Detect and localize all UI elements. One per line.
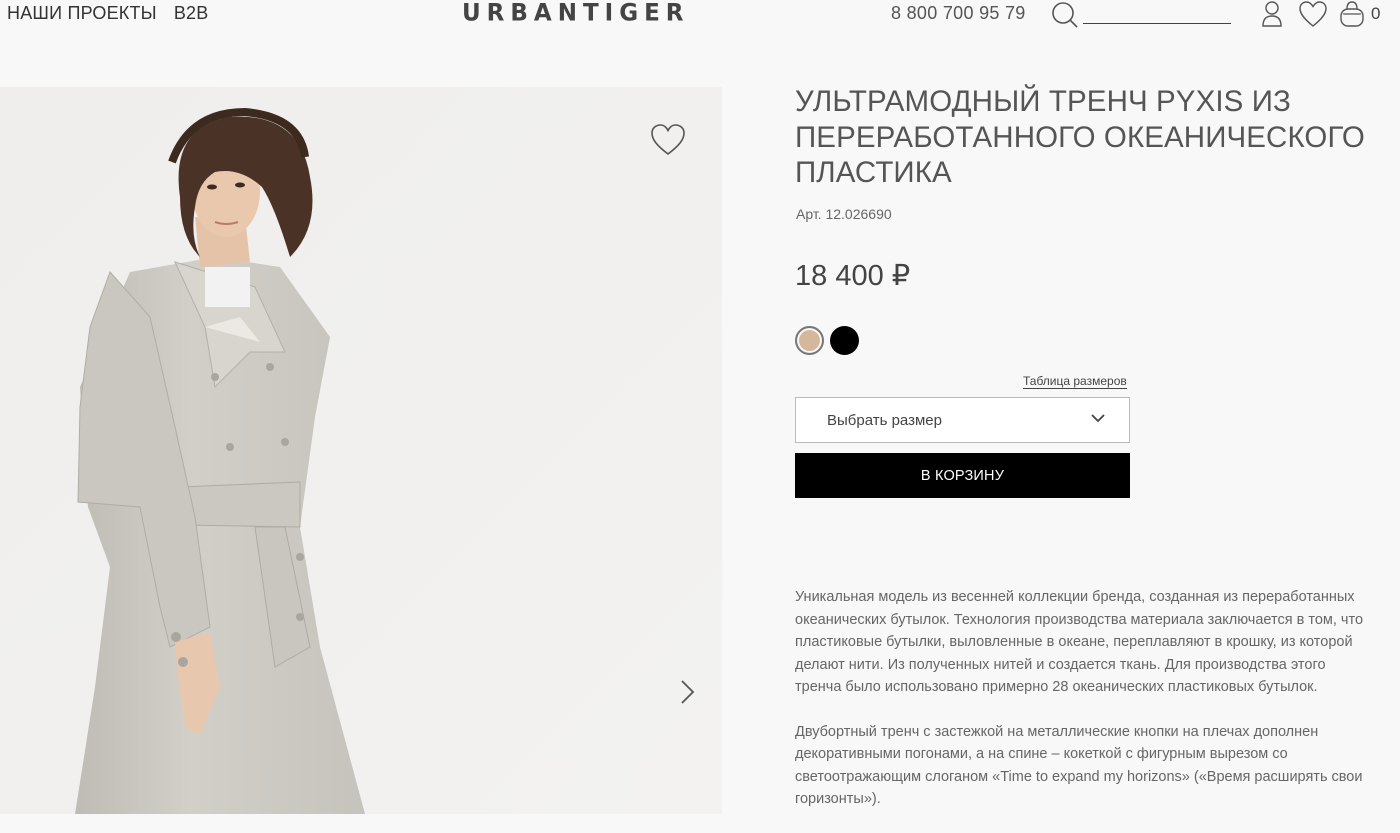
color-swatch-beige[interactable] [795, 326, 824, 355]
color-swatches [795, 326, 859, 355]
next-image-chevron-icon[interactable] [676, 677, 700, 707]
description-paragraph: Уникальная модель из весенней коллекции … [795, 589, 1364, 695]
search-input[interactable] [1083, 2, 1231, 24]
nav-link-projects[interactable]: НАШИ ПРОЕКТЫ [7, 3, 157, 24]
phone-number[interactable]: 8 800 700 95 79 [891, 3, 1026, 24]
user-icon[interactable] [1260, 0, 1284, 28]
product-image-gallery[interactable] [0, 87, 722, 814]
product-photo [0, 87, 722, 814]
site-header: НАШИ ПРОЕКТЫ B2B URBANTIGER 8 800 700 95… [0, 0, 1400, 30]
cart-count: 0 [1371, 4, 1381, 23]
product-description: Уникальная модель из весенней коллекции … [795, 586, 1375, 833]
chevron-down-icon [1089, 412, 1107, 426]
size-table-link[interactable]: Таблица размеров [1023, 374, 1127, 389]
main-nav: НАШИ ПРОЕКТЫ B2B [7, 3, 208, 24]
wishlist-heart-icon[interactable] [650, 123, 686, 157]
search-box [1050, 0, 1232, 28]
product-sku: Арт. 12.026690 [796, 206, 892, 222]
product-price: 18 400 ₽ [795, 260, 911, 292]
color-swatch-black[interactable] [830, 326, 859, 355]
product-title: УЛЬТРАМОДНЫЙ ТРЕНЧ PYXIS ИЗ ПЕРЕРАБОТАНН… [795, 85, 1365, 189]
add-to-cart-button[interactable]: В КОРЗИНУ [795, 453, 1130, 498]
description-paragraph: Двубортный тренч с застежкой на металлич… [795, 723, 1363, 808]
size-select[interactable]: Выбрать размер [795, 397, 1130, 443]
search-icon[interactable] [1050, 0, 1080, 28]
size-select-label: Выбрать размер [827, 412, 942, 429]
bag-icon[interactable] [1338, 0, 1366, 28]
site-logo[interactable]: URBANTIGER [462, 0, 690, 27]
heart-icon[interactable] [1298, 0, 1328, 28]
nav-link-b2b[interactable]: B2B [174, 3, 209, 24]
